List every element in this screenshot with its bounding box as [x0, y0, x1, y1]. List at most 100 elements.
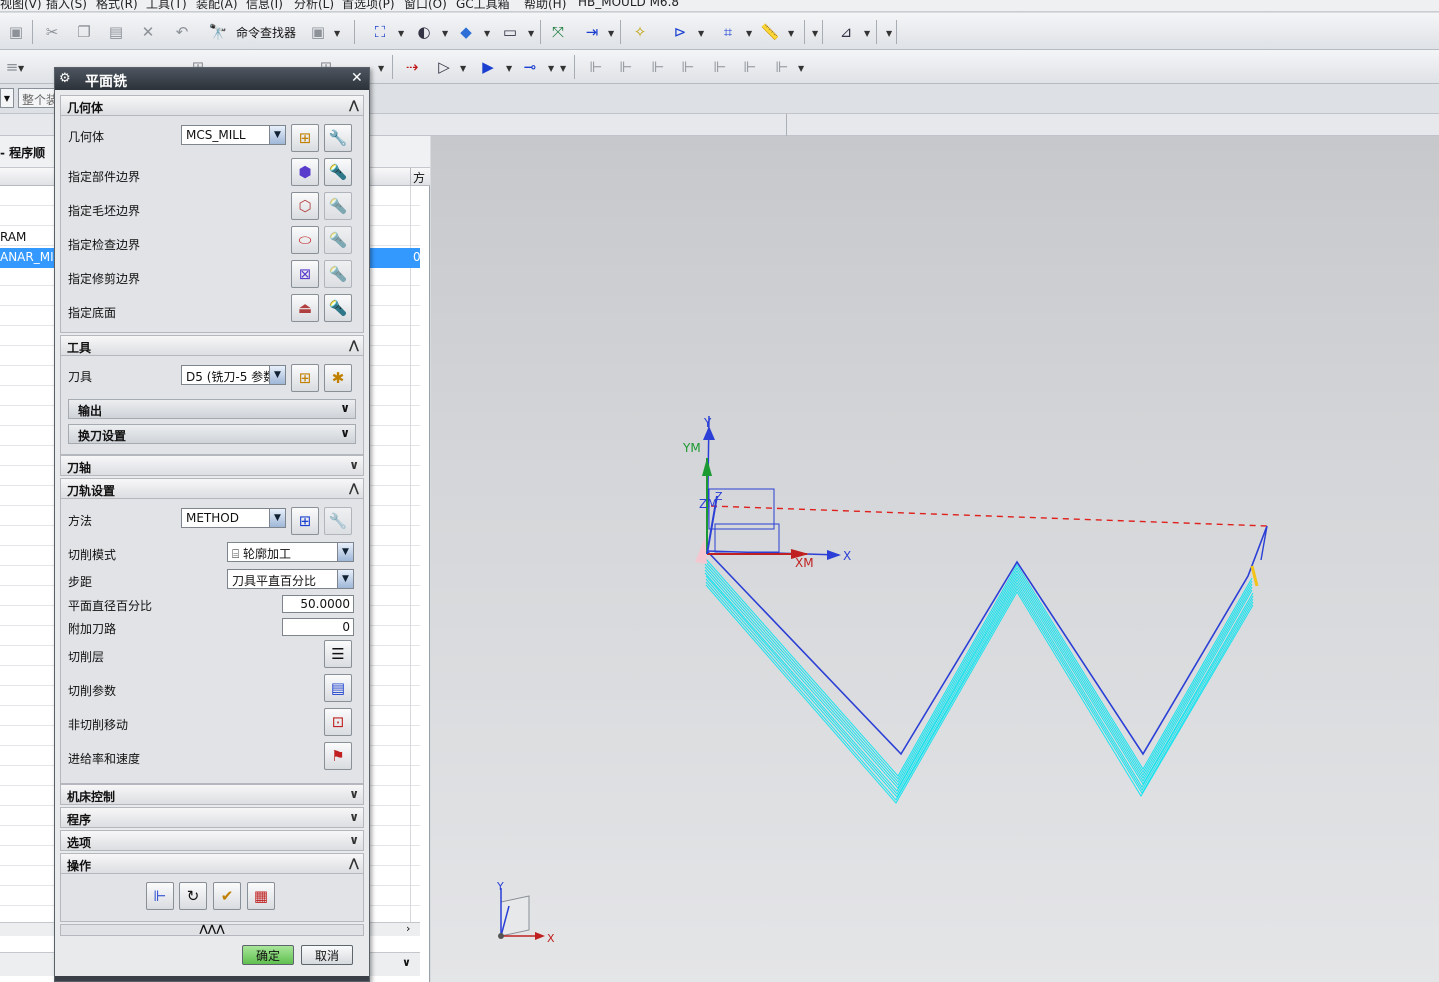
select-part-boundary-icon[interactable]: ⬢: [291, 158, 319, 186]
section-machine-control[interactable]: 机床控制 ∨: [60, 784, 364, 805]
replay-icon[interactable]: ▷: [432, 55, 456, 79]
op-tool-6-icon[interactable]: ⊩: [738, 55, 762, 79]
display-flashlight-icon[interactable]: 🔦: [324, 158, 352, 186]
menu-hb-mould[interactable]: HB_MOULD M6.8: [578, 0, 679, 9]
command-finder-icon[interactable]: 🔭: [206, 20, 230, 44]
new-method-icon[interactable]: ⊞: [291, 507, 319, 535]
tool-dropdown[interactable]: D5 (铣刀-5 参数 ▼: [181, 365, 286, 385]
chevron-down-icon[interactable]: ∨: [349, 458, 359, 472]
section-geometry[interactable]: 几何体 ⋀: [60, 95, 364, 116]
chevron-down-icon[interactable]: ∨: [340, 426, 350, 440]
chevron-down-icon[interactable]: ▼: [798, 64, 804, 73]
chevron-down-icon[interactable]: ▼: [548, 64, 554, 73]
op-tool-1-icon[interactable]: ⊩: [584, 55, 608, 79]
subsection-tool-change[interactable]: 换刀设置 ∨: [68, 424, 356, 444]
chevron-down-icon[interactable]: ▼: [788, 29, 794, 38]
verify-icon[interactable]: ✔: [213, 882, 241, 910]
select-trim-boundary-icon[interactable]: ⊠: [291, 260, 319, 288]
geometry-dropdown[interactable]: MCS_MILL ▼: [181, 125, 286, 145]
menu-help[interactable]: 帮助(H): [524, 0, 566, 11]
chevron-down-icon[interactable]: ∨: [349, 787, 359, 801]
ok-button[interactable]: 确定: [242, 945, 294, 965]
replay-icon[interactable]: ↻: [179, 882, 207, 910]
column-header[interactable]: 方: [413, 169, 425, 186]
chevron-down-icon[interactable]: ▼: [337, 570, 353, 588]
chevron-up-icon[interactable]: ⋀: [349, 481, 359, 495]
chevron-down-icon[interactable]: ▼: [398, 29, 404, 38]
menu-assembly[interactable]: 装配(A): [196, 0, 238, 11]
chevron-down-icon[interactable]: ▼: [337, 543, 353, 561]
chevron-down-icon[interactable]: ▼: [484, 29, 490, 38]
scope-dropdown[interactable]: 整个装: [18, 88, 58, 108]
op-tool-4-icon[interactable]: ⊩: [676, 55, 700, 79]
dialog-title-bar[interactable]: ⚙ 平面铣 ✕: [55, 68, 369, 90]
display-flashlight-icon[interactable]: 🔦: [324, 294, 352, 322]
expand-details-icon[interactable]: ∨: [402, 956, 411, 969]
op-tool-2-icon[interactable]: ⊩: [614, 55, 638, 79]
op-tool-7-icon[interactable]: ⊩: [770, 55, 794, 79]
selection-icon[interactable]: ✧: [628, 20, 652, 44]
delete-icon[interactable]: ✕: [136, 20, 160, 44]
save-icon[interactable]: ▣: [4, 20, 28, 44]
chevron-down-icon[interactable]: ▼: [269, 126, 285, 144]
chevron-down-icon[interactable]: ▼: [378, 64, 384, 73]
section-options[interactable]: 选项 ∨: [60, 830, 364, 851]
chevron-down-icon[interactable]: ▼: [608, 29, 614, 38]
feeds-speeds-icon[interactable]: ⚑: [324, 742, 352, 770]
background-icon[interactable]: ▭: [498, 20, 522, 44]
cancel-button[interactable]: 取消: [301, 945, 353, 965]
scroll-right-icon[interactable]: ›: [406, 922, 410, 935]
chevron-down-icon[interactable]: ▼: [886, 29, 892, 38]
postprocess-icon[interactable]: ⊸: [518, 55, 542, 79]
menu-insert[interactable]: 插入(S): [46, 0, 87, 11]
copy-icon[interactable]: ❐: [72, 20, 96, 44]
section-tool-axis[interactable]: 刀轴 ∨: [60, 455, 364, 476]
chevron-down-icon[interactable]: ▼: [560, 64, 566, 73]
cut-levels-icon[interactable]: ☰: [324, 640, 352, 668]
method-dropdown[interactable]: METHOD ▼: [181, 508, 286, 528]
op-tool-5-icon[interactable]: ⊩: [708, 55, 732, 79]
menu-analysis[interactable]: 分析(L): [294, 0, 334, 11]
command-finder-label[interactable]: 命令查找器: [236, 24, 296, 41]
chevron-down-icon[interactable]: ▼: [269, 509, 285, 527]
stepover-dropdown[interactable]: 刀具平直百分比 ▼: [227, 569, 354, 589]
chevron-up-icon[interactable]: ⋀: [349, 98, 359, 112]
menu-format[interactable]: 格式(R): [96, 0, 138, 11]
paste-icon[interactable]: ▤: [104, 20, 128, 44]
list-icon[interactable]: ▦: [247, 882, 275, 910]
chevron-down-icon[interactable]: ▼: [269, 366, 285, 384]
select-floor-icon[interactable]: ⏏: [291, 294, 319, 322]
edit-geometry-icon[interactable]: 🔧: [324, 124, 352, 152]
filter-dropdown[interactable]: ▼: [0, 88, 14, 108]
graphics-window[interactable]: Y YM ZM Z X XM Y X: [431, 136, 1439, 982]
close-icon[interactable]: ✕: [351, 70, 363, 86]
section-tool[interactable]: 工具 ⋀: [60, 335, 364, 356]
new-tool-icon[interactable]: ⊞: [291, 364, 319, 392]
generate-path-icon[interactable]: ⇢: [400, 55, 424, 79]
move-object-icon[interactable]: ⇥: [580, 20, 604, 44]
fit-view-icon[interactable]: ⛶: [368, 20, 392, 44]
chevron-down-icon[interactable]: ▼: [746, 29, 752, 38]
chevron-down-icon[interactable]: ∨: [349, 833, 359, 847]
chevron-down-icon[interactable]: ▼: [334, 29, 340, 38]
chevron-down-icon[interactable]: ▼: [460, 64, 466, 73]
menu-tools[interactable]: 工具(T): [146, 0, 187, 11]
wcs-icon[interactable]: ⤧: [546, 20, 570, 44]
non-cutting-moves-icon[interactable]: ⊡: [324, 708, 352, 736]
menu-view[interactable]: 视图(V): [0, 0, 42, 11]
cut-icon[interactable]: ✂: [40, 20, 64, 44]
measure-icon[interactable]: 📏: [758, 20, 782, 44]
chevron-up-icon[interactable]: ⋀: [349, 856, 359, 870]
save-options-icon[interactable]: ▣: [306, 20, 330, 44]
select-blank-boundary-icon[interactable]: ⬡: [291, 192, 319, 220]
subsection-output[interactable]: 输出 ∨: [68, 399, 356, 419]
section-path-settings[interactable]: 刀轨设置 ⋀: [60, 478, 364, 499]
snap-icon[interactable]: ⊳: [668, 20, 692, 44]
new-geometry-icon[interactable]: ⊞: [291, 124, 319, 152]
menu-info[interactable]: 信息(I): [246, 0, 283, 11]
chevron-down-icon[interactable]: ▼: [506, 64, 512, 73]
chevron-down-icon[interactable]: ∨: [349, 810, 359, 824]
coordinate-icon[interactable]: ⌗: [716, 20, 740, 44]
chevron-down-icon[interactable]: ▼: [442, 29, 448, 38]
section-actions[interactable]: 操作 ⋀: [60, 853, 364, 874]
